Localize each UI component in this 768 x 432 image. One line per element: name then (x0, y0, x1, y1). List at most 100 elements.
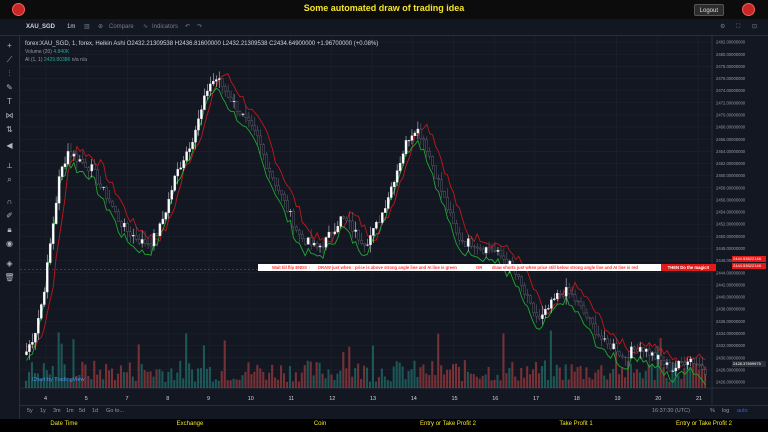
volume-bar (606, 379, 609, 388)
logout-button[interactable]: Logout (693, 4, 724, 16)
volume-bar (188, 363, 191, 388)
candle-body (597, 334, 601, 337)
candle-body (247, 117, 251, 121)
date-tick-label: 14 (411, 396, 417, 402)
candle-body (369, 235, 372, 246)
indicators-button[interactable]: Indicators (152, 22, 178, 33)
volume-bar (185, 333, 188, 388)
candle-body (389, 186, 393, 198)
volume-bar (549, 330, 552, 388)
lock-icon[interactable]: 🔒︎ (4, 224, 15, 235)
candle-body (250, 120, 254, 126)
candle-body (318, 245, 322, 248)
tradingview-watermark[interactable]: Chart by TradingView (32, 377, 84, 383)
candle-body (567, 287, 571, 294)
volume-bar (244, 371, 247, 388)
goto-button[interactable]: Go to... (106, 408, 124, 414)
date-tick-label: 13 (370, 396, 376, 402)
candle-body (292, 211, 295, 228)
price-tick-label: 2428.00000000 (716, 367, 746, 372)
chart-style-icon[interactable]: ▥ (84, 22, 90, 33)
tf-1y[interactable]: 1y (40, 408, 46, 414)
candle-body (472, 246, 476, 248)
percent-toggle[interactable]: % (710, 408, 715, 414)
auto-toggle[interactable]: auto (737, 408, 748, 414)
candle-body (117, 211, 120, 222)
tf-3m[interactable]: 3m (53, 408, 61, 414)
snapshot-icon[interactable]: ⊡ (752, 22, 757, 33)
volume-bar (532, 369, 535, 388)
forecast-icon[interactable]: ⇅ (4, 124, 15, 135)
stay-drawing-icon[interactable]: ✐ (4, 210, 15, 221)
candle-body (185, 151, 188, 161)
tf-1d[interactable]: 1d (92, 408, 98, 414)
candle-body (306, 237, 310, 245)
text-icon[interactable]: T (4, 96, 15, 107)
volume-bar (428, 375, 431, 388)
candle-body (490, 248, 494, 252)
candle-body (668, 362, 672, 372)
fib-icon[interactable]: ⫶ (4, 68, 15, 79)
candle-body (309, 237, 313, 246)
candle-body (215, 79, 218, 82)
volume-bar (662, 367, 665, 388)
indicators-icon[interactable]: ∿ (143, 22, 148, 33)
compare-icon[interactable]: ⊕ (98, 22, 103, 33)
tf-5d[interactable]: 5d (79, 408, 85, 414)
volume-bar (327, 369, 330, 388)
candle-body (220, 78, 224, 87)
price-chart[interactable]: 2482.00000000 2480.00000000 2478.00000000 2… (20, 36, 768, 405)
candle-body (217, 78, 221, 80)
candle-body (360, 239, 363, 244)
trash-icon[interactable]: 🗑︎ (4, 272, 15, 283)
fullscreen-icon[interactable]: ⛶ (736, 22, 740, 33)
candle-body (434, 165, 437, 179)
candle-body (570, 293, 574, 295)
col-entry-tp2: Entry or Take Profit 2 (420, 421, 476, 427)
volume-bar (99, 369, 102, 388)
candle-body (585, 312, 589, 319)
candle-body (606, 338, 609, 345)
date-tick-label: 7 (126, 396, 129, 402)
volume-bar (555, 364, 558, 388)
candle-body (37, 317, 40, 334)
candle-body (431, 156, 434, 166)
tf-1m[interactable]: 1m (66, 408, 74, 414)
log-toggle[interactable]: log (722, 408, 729, 414)
ruler-icon[interactable]: ⟂ (4, 160, 15, 171)
chart-widget: XAU_SGD 1m ▥ ⊕ Compare ∿ Indicators ↶ ↷ … (0, 19, 768, 419)
candle-body (229, 96, 233, 102)
magnet-icon[interactable]: ∩ (4, 196, 15, 207)
compare-button[interactable]: Compare (109, 22, 134, 33)
tf-5y[interactable]: 5y (27, 408, 33, 414)
back-arrow-icon[interactable]: ◀ (4, 140, 15, 151)
volume-bar (389, 381, 392, 388)
candle-body (677, 361, 681, 369)
date-tick-label: 11 (289, 396, 295, 402)
candle-body (387, 197, 390, 209)
volume-bar (143, 370, 146, 388)
brush-icon[interactable]: ✎ (4, 82, 15, 93)
pattern-icon[interactable]: ⋈ (4, 110, 15, 121)
symbol-search[interactable]: XAU_SGD (26, 22, 55, 33)
redo-icon[interactable]: ↷ (197, 22, 202, 33)
volume-bar (401, 366, 404, 388)
date-tick-label: 18 (574, 396, 580, 402)
undo-icon[interactable]: ↶ (185, 22, 190, 33)
volume-bar (686, 365, 689, 388)
eye-icon[interactable]: ◉ (4, 238, 15, 249)
candle-body (173, 175, 176, 191)
volume-bar (339, 370, 342, 388)
candle-body (354, 229, 357, 232)
volume-bar (621, 367, 624, 388)
zoom-icon[interactable]: ⌕ (4, 174, 15, 185)
date-tick-label: 20 (655, 396, 661, 402)
layers-icon[interactable]: ◈ (4, 258, 15, 269)
volume-bar (463, 360, 466, 388)
crosshair-icon[interactable]: + (4, 40, 15, 51)
trendline-icon[interactable]: ⟋ (4, 54, 15, 65)
settings-icon[interactable]: ⚙ (720, 22, 725, 33)
candle-body (182, 160, 185, 169)
interval-button[interactable]: 1m (67, 22, 75, 33)
candle-body (686, 361, 689, 365)
